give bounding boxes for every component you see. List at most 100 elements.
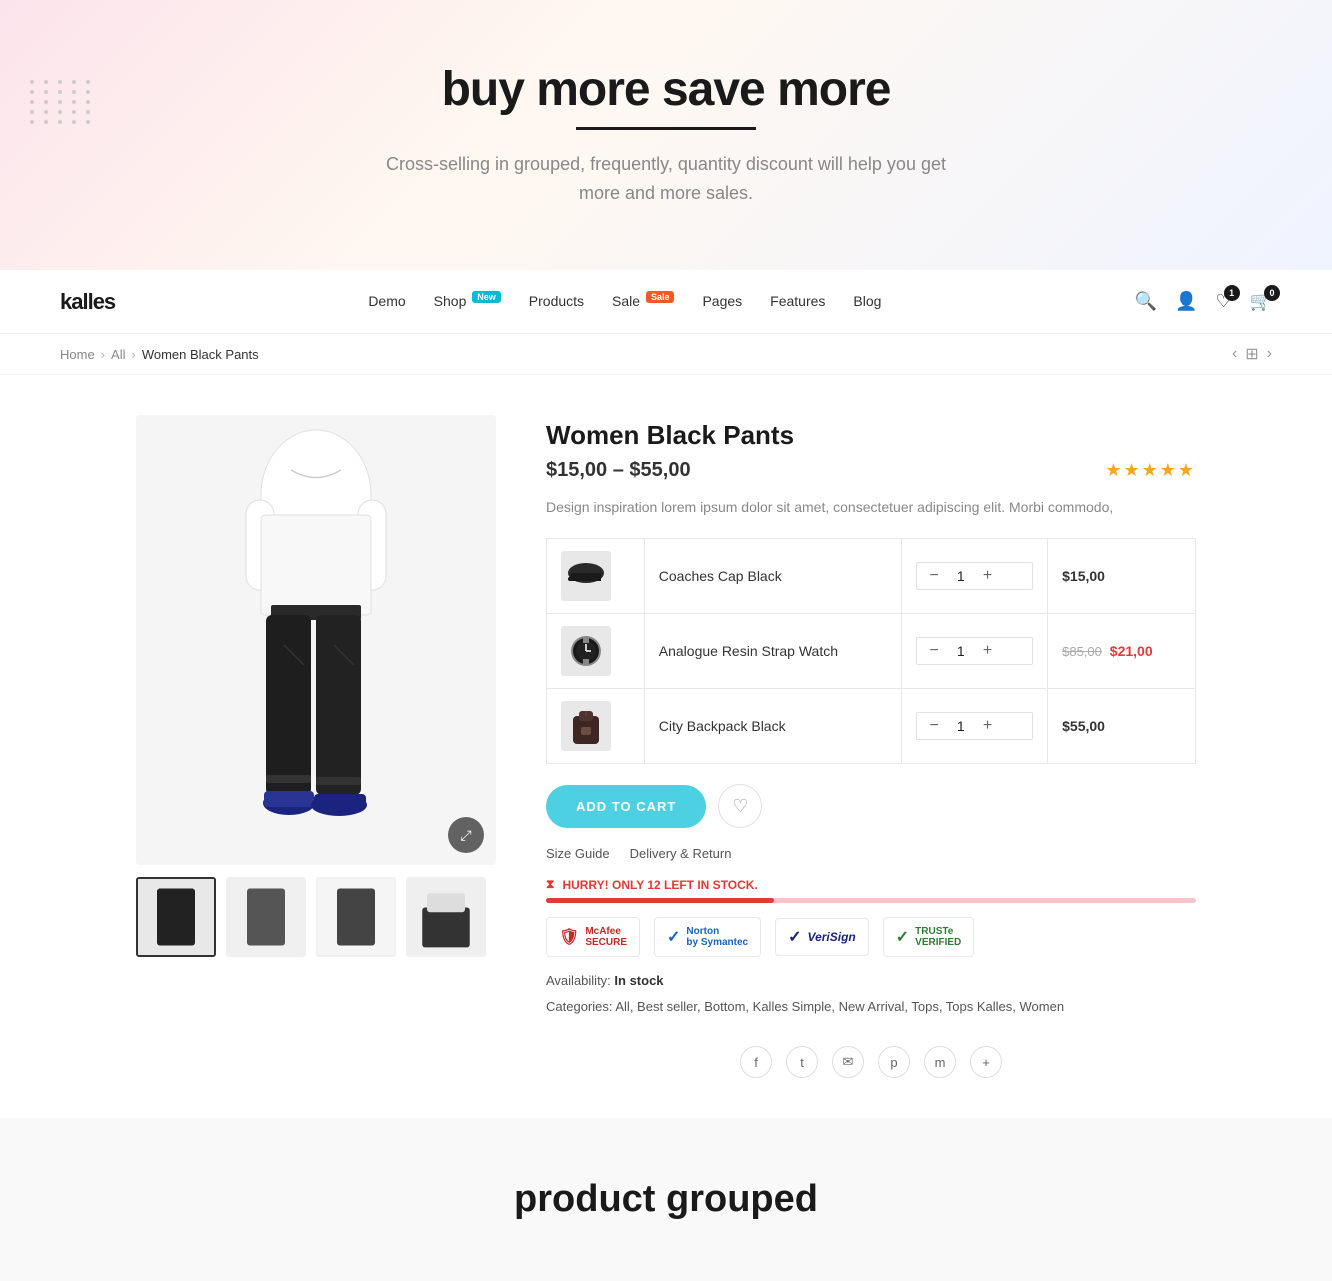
nav-products[interactable]: Products <box>529 293 584 309</box>
price-row: $15,00 – $55,00 ★★★★★ <box>546 459 1196 482</box>
categories: Categories: All, Best seller, Bottom, Ka… <box>546 996 1196 1018</box>
stock-warning: ⧗ HURRY! ONLY 12 LEFT IN STOCK. <box>546 877 1196 892</box>
nav-demo[interactable]: Demo <box>368 293 405 309</box>
messenger-share[interactable]: m <box>924 1046 956 1078</box>
cart-icon[interactable]: 🛒 0 <box>1250 291 1272 312</box>
nav-shop[interactable]: Shop New <box>434 293 501 309</box>
item-price: $55,00 <box>1062 718 1105 734</box>
site-logo[interactable]: kalles <box>60 289 115 315</box>
mcafee-label: McAfeeSECURE <box>585 926 627 948</box>
nav-sale[interactable]: Sale Sale <box>612 293 674 309</box>
breadcrumb-navigation: ‹ ⊞ › <box>1232 344 1272 364</box>
nav-features[interactable]: Features <box>770 293 825 309</box>
item-thumbnail <box>561 701 611 751</box>
mcafee-badge: 🛡 McAfeeSECURE <box>546 917 640 957</box>
availability-status: In stock <box>614 973 663 988</box>
categories-list: All, Best seller, Bottom, Kalles Simple,… <box>615 999 1064 1014</box>
product-links: Size Guide Delivery & Return <box>546 846 1196 861</box>
item-qty-cell: − 1 + <box>902 539 1048 614</box>
item-name-cell: City Backpack Black <box>644 689 902 764</box>
norton-icon: ✓ <box>667 927 680 947</box>
truste-badge: ✓ TRUSTeVERIFIED <box>883 917 975 957</box>
stock-bar <box>546 898 1196 903</box>
table-row: Analogue Resin Strap Watch − 1 + $85,00 … <box>547 614 1196 689</box>
qty-decrease[interactable]: − <box>925 567 942 585</box>
pinterest-share[interactable]: p <box>878 1046 910 1078</box>
size-guide-link[interactable]: Size Guide <box>546 846 610 861</box>
item-price-cell: $85,00 $21,00 <box>1048 614 1196 689</box>
email-share[interactable]: ✉ <box>832 1046 864 1078</box>
wishlist-icon[interactable]: ♡ 1 <box>1215 291 1231 312</box>
user-icon[interactable]: 👤 <box>1175 291 1197 312</box>
bottom-title: product grouped <box>20 1178 1312 1221</box>
hero-title: buy more save more <box>442 62 891 117</box>
breadcrumb-current: Women Black Pants <box>142 347 259 362</box>
qty-decrease[interactable]: − <box>925 642 942 660</box>
qty-value: 1 <box>951 568 971 584</box>
item-image-cell <box>547 614 645 689</box>
breadcrumb-home[interactable]: Home <box>60 347 95 362</box>
item-price-new: $21,00 <box>1110 643 1153 659</box>
item-qty-cell: − 1 + <box>902 689 1048 764</box>
qty-increase[interactable]: + <box>979 567 996 585</box>
main-product-image: ⤢ <box>136 415 496 865</box>
hero-underline <box>576 127 756 130</box>
bottom-section: product grouped <box>0 1118 1332 1281</box>
availability: Availability: In stock <box>546 973 1196 988</box>
breadcrumb-all[interactable]: All <box>111 347 125 362</box>
item-image-cell <box>547 689 645 764</box>
nav-blog[interactable]: Blog <box>853 293 881 309</box>
search-icon[interactable]: 🔍 <box>1135 291 1157 312</box>
delivery-return-link[interactable]: Delivery & Return <box>630 846 732 861</box>
hero-section: buy more save more Cross-selling in grou… <box>0 0 1332 270</box>
thumb-1[interactable] <box>136 877 216 957</box>
breadcrumb: Home › All › Women Black Pants <box>60 347 259 362</box>
item-name-cell: Coaches Cap Black <box>644 539 902 614</box>
add-to-wishlist-button[interactable]: ♡ <box>718 784 762 828</box>
breadcrumb-prev[interactable]: ‹ <box>1232 345 1237 363</box>
facebook-share[interactable]: f <box>740 1046 772 1078</box>
qty-increase[interactable]: + <box>979 642 996 660</box>
quantity-control: − 1 + <box>916 562 1033 590</box>
item-thumbnail <box>561 626 611 676</box>
quantity-control: − 1 + <box>916 637 1033 665</box>
table-row: Coaches Cap Black − 1 + $15,00 <box>547 539 1196 614</box>
stock-text: HURRY! ONLY 12 LEFT IN STOCK. <box>562 878 757 892</box>
zoom-button[interactable]: ⤢ <box>448 817 484 853</box>
item-thumbnail <box>561 551 611 601</box>
timer-icon: ⧗ <box>546 877 554 892</box>
breadcrumb-bar: Home › All › Women Black Pants ‹ ⊞ › <box>0 334 1332 375</box>
qty-decrease[interactable]: − <box>925 717 942 735</box>
item-price-cell: $55,00 <box>1048 689 1196 764</box>
nav-menu: Demo Shop New Products Sale Sale Pages F… <box>368 292 881 311</box>
item-price-cell: $15,00 <box>1048 539 1196 614</box>
stock-fill <box>546 898 774 903</box>
more-share[interactable]: + <box>970 1046 1002 1078</box>
mcafee-icon: 🛡 <box>559 927 579 947</box>
trust-badges: 🛡 McAfeeSECURE ✓ Nortonby Symantec ✓ Ver… <box>546 917 1196 957</box>
add-to-cart-button[interactable]: ADD TO CART <box>546 785 706 828</box>
item-name: Coaches Cap Black <box>659 568 782 584</box>
decorative-dots <box>30 80 94 124</box>
thumb-2[interactable] <box>226 877 306 957</box>
twitter-share[interactable]: t <box>786 1046 818 1078</box>
breadcrumb-sep1: › <box>101 347 105 362</box>
quantity-control: − 1 + <box>916 712 1033 740</box>
product-title: Women Black Pants <box>546 420 1196 451</box>
nav-pages[interactable]: Pages <box>702 293 742 309</box>
qty-value: 1 <box>951 718 971 734</box>
sale-badge: Sale <box>646 291 675 303</box>
breadcrumb-grid[interactable]: ⊞ <box>1245 344 1258 364</box>
qty-increase[interactable]: + <box>979 717 996 735</box>
thumb-4[interactable] <box>406 877 486 957</box>
thumb-3[interactable] <box>316 877 396 957</box>
hero-subtitle: Cross-selling in grouped, frequently, qu… <box>366 150 966 208</box>
product-description: Design inspiration lorem ipsum dolor sit… <box>546 496 1196 518</box>
truste-label: TRUSTeVERIFIED <box>915 926 961 948</box>
breadcrumb-next[interactable]: › <box>1267 345 1272 363</box>
new-badge: New <box>472 291 501 303</box>
item-price-old: $85,00 <box>1062 644 1102 659</box>
wishlist-count: 1 <box>1224 285 1240 301</box>
item-name-cell: Analogue Resin Strap Watch <box>644 614 902 689</box>
item-qty-cell: − 1 + <box>902 614 1048 689</box>
